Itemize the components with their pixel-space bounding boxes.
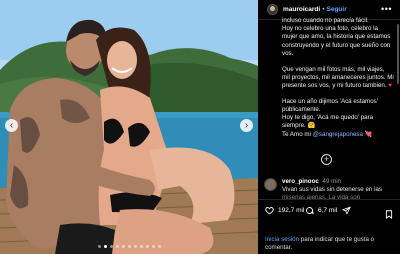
carousel-dot — [121, 245, 125, 248]
comment-button[interactable]: 6,7 mil — [305, 206, 337, 215]
caption-scrollbar[interactable] — [397, 24, 399, 84]
carousel-prev-button[interactable]: ‹ — [5, 119, 18, 132]
comments-count: 6,7 mil — [318, 207, 338, 214]
comment-username[interactable]: vero_pinooc — [282, 178, 319, 185]
heart-emoji-icon: ♥ — [388, 82, 392, 90]
carousel-dot — [97, 245, 101, 248]
carousel-next-button[interactable]: › — [240, 119, 253, 132]
bookmark-icon — [385, 210, 393, 219]
caption-paragraph: Que vengan mil fotos más, mil viajes, mi… — [282, 65, 394, 90]
post-actions: 192,7 mil 6,7 mil — [258, 199, 400, 221]
heart-arrow-emoji-icon: 💘 — [364, 130, 373, 138]
heart-icon — [265, 207, 274, 215]
separator: • — [322, 6, 325, 13]
carousel-dot — [103, 245, 107, 248]
carousel-dot — [139, 245, 143, 248]
hug-emoji-icon: 🤗 — [307, 122, 316, 130]
caption-paragraph: Hoy no celebro una foto, celebro la muje… — [282, 25, 391, 57]
login-prompt: Inicia sesión para indicar que te gusta … — [265, 236, 395, 252]
save-button[interactable] — [385, 206, 393, 224]
avatar[interactable] — [267, 4, 278, 15]
caption-paragraph: Hace un año dijimos 'Acá estamos' públic… — [282, 97, 378, 114]
likes-count: 192,7 mil — [278, 207, 305, 214]
carousel-dots — [0, 245, 258, 248]
mention-link[interactable]: @sangrejaponesa — [313, 131, 363, 138]
carousel-dot — [115, 245, 119, 248]
couple-photo-illustration — [0, 0, 258, 254]
comment-time: 49 min — [322, 178, 342, 185]
more-options-icon[interactable]: ••• — [381, 4, 392, 14]
carousel-dot — [157, 245, 161, 248]
post-caption: incluso cuando no parecía fácil. Hoy no … — [282, 17, 394, 146]
commenter-avatar[interactable] — [264, 178, 277, 191]
send-icon — [342, 206, 351, 215]
carousel-dot — [127, 245, 131, 248]
like-button[interactable]: 192,7 mil — [265, 206, 304, 215]
carousel-dot — [133, 245, 137, 248]
comment-body: Vivan sus vidas sin detenerse en las — [282, 186, 382, 193]
carousel-dot — [109, 245, 113, 248]
carousel-dot — [151, 245, 155, 248]
post-username[interactable]: mauroicardi — [283, 6, 320, 13]
follow-button[interactable]: Seguir — [327, 6, 347, 13]
caption-line: incluso cuando no parecía fácil. — [282, 17, 369, 24]
post-side-panel: mauroicardi • Seguir ••• incluso cuando … — [258, 0, 400, 254]
carousel-dot — [145, 245, 149, 248]
caption-text: Te Amo mi — [282, 130, 311, 138]
share-button[interactable] — [342, 206, 355, 215]
caption-paragraph: Hoy te digo, 'Acá me quedo' para siempre… — [282, 114, 374, 130]
comment-icon — [306, 207, 314, 215]
post-photo[interactable]: ‹ › — [0, 0, 258, 254]
plus-circle-icon[interactable]: + — [321, 154, 332, 165]
login-link[interactable]: Inicia sesión — [265, 236, 299, 243]
